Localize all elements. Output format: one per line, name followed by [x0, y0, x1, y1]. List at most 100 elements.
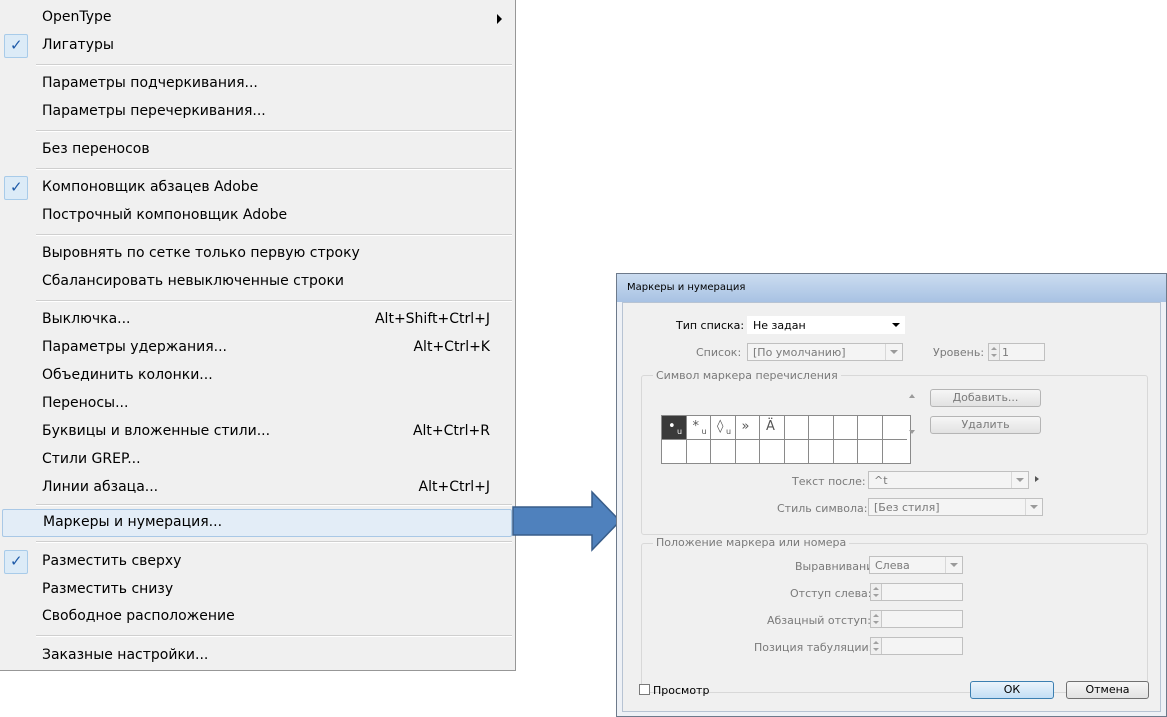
bullet-cell-empty[interactable]	[809, 439, 834, 463]
bullet-cell-empty[interactable]	[760, 439, 785, 463]
bullet-cell-empty[interactable]	[662, 439, 687, 463]
menu-item-justification[interactable]: Выключка... Alt+Shift+Ctrl+J	[0, 306, 514, 334]
bullet-cell-empty[interactable]	[834, 439, 858, 463]
text-after-value: ^t	[874, 474, 888, 487]
menu-item-label: Сбалансировать невыключенные строки	[42, 273, 345, 289]
bullet-cell-empty[interactable]	[858, 439, 883, 463]
bullet-cell-selected[interactable]: • u	[662, 416, 687, 440]
menu-item-label: Построчный компоновщик Adobe	[42, 207, 288, 223]
menu-item-strikethrough-options[interactable]: Параметры перечеркивания...	[0, 98, 514, 126]
menu-item-shortcut: Alt+Ctrl+R	[412, 423, 490, 439]
bullet-cell[interactable]: »	[735, 416, 760, 440]
level-stepper[interactable]: 1	[988, 343, 1045, 361]
menu-item-bullets-numbering[interactable]: Маркеры и нумерация...	[2, 509, 512, 537]
menu-separator	[36, 168, 512, 170]
bullet-cell-empty[interactable]	[784, 416, 809, 440]
bullet-character-grid[interactable]: • u * u ◊ u » Ä	[661, 415, 911, 464]
bullet-cell-empty[interactable]	[687, 439, 711, 463]
bullet-cell-empty[interactable]	[736, 439, 760, 463]
left-indent-stepper[interactable]	[870, 583, 963, 601]
menu-item-ligatures[interactable]: ✓ Лигатуры	[0, 32, 514, 60]
menu-item-label: Параметры перечеркивания...	[42, 103, 266, 119]
char-style-value: [Без стиля]	[874, 501, 940, 514]
bullet-cell[interactable]: Ä	[760, 416, 785, 440]
list-type-select[interactable]: Не задан	[747, 316, 905, 334]
menu-item-label: Буквицы и вложенные стили...	[42, 423, 271, 439]
chevron-down-icon	[1011, 472, 1028, 488]
menu-separator	[36, 541, 512, 543]
bullet-cell-empty[interactable]	[711, 439, 736, 463]
left-indent-label: Отступ слева:	[790, 587, 872, 600]
chevron-down-icon	[1025, 499, 1042, 515]
menu-item-label: Параметры подчеркивания...	[42, 75, 258, 91]
list-select[interactable]: [По умолчанию]	[747, 343, 903, 361]
menu-item-balance-ragged-lines[interactable]: Сбалансировать невыключенные строки	[0, 268, 514, 296]
menu-item-align-first-line-grid[interactable]: Выровнять по сетке только первую строку	[0, 240, 514, 268]
menu-item-label: Линии абзаца...	[42, 479, 159, 495]
scroll-down-icon[interactable]	[909, 430, 915, 434]
menu-item-keep-options[interactable]: Параметры удержания... Alt+Ctrl+K	[0, 334, 514, 362]
text-after-field[interactable]: ^t	[868, 471, 1029, 489]
text-after-label: Текст после:	[792, 475, 866, 488]
menu-item-place-top[interactable]: ✓ Разместить сверху	[0, 548, 514, 576]
alignment-select[interactable]: Слева	[869, 556, 963, 574]
menu-item-paragraph-composer[interactable]: ✓ Компоновщик абзацев Adobe	[0, 174, 514, 202]
menu-separator	[36, 234, 512, 236]
menu-item-hyphenation[interactable]: Переносы...	[0, 390, 514, 418]
paragraph-context-menu: OpenType ✓ Лигатуры Параметры подчеркива…	[0, 0, 516, 671]
menu-item-span-columns[interactable]: Объединить колонки...	[0, 362, 514, 390]
menu-item-label: Лигатуры	[42, 37, 114, 53]
stepper-arrows-icon	[871, 611, 882, 627]
menu-item-paragraph-rules[interactable]: Линии абзаца... Alt+Ctrl+J	[0, 474, 514, 502]
tab-position-label: Позиция табуляции:	[754, 641, 873, 654]
menu-item-underline-options[interactable]: Параметры подчеркивания...	[0, 70, 514, 98]
preview-checkbox[interactable]	[639, 684, 650, 695]
menu-item-shortcut: Alt+Shift+Ctrl+J	[374, 311, 490, 327]
menu-item-no-break[interactable]: Без переносов	[0, 136, 514, 164]
submenu-arrow-icon	[497, 14, 502, 24]
bullet-cell[interactable]: * u	[686, 416, 711, 440]
first-line-indent-label: Абзацный отступ:	[767, 614, 871, 627]
menu-separator	[36, 64, 512, 66]
dialog-body: Тип списка: Не задан Список: [По умолчан…	[622, 302, 1161, 712]
bullet-cell-empty[interactable]	[882, 416, 907, 440]
bullet-cell-empty[interactable]	[883, 440, 908, 464]
delete-bullet-button[interactable]: Удалить	[930, 416, 1041, 434]
char-style-select[interactable]: [Без стиля]	[868, 498, 1043, 516]
pointer-arrow-icon	[512, 490, 622, 552]
position-group-label: Положение маркера или номера	[653, 536, 850, 549]
dialog-titlebar[interactable]: Маркеры и нумерация	[617, 274, 1166, 302]
bullet-cell[interactable]: ◊ u	[711, 416, 736, 440]
menu-item-shortcut: Alt+Ctrl+K	[413, 339, 490, 355]
add-bullet-button[interactable]: Добавить...	[930, 389, 1041, 407]
menu-item-label: Свободное расположение	[42, 608, 235, 624]
menu-item-place-bottom[interactable]: Разместить снизу	[0, 576, 514, 604]
tab-position-stepper[interactable]	[870, 637, 963, 655]
bullet-cell-empty[interactable]	[809, 416, 834, 440]
menu-item-custom-settings[interactable]: Заказные настройки...	[0, 642, 514, 670]
list-type-value: Не задан	[753, 319, 806, 332]
menu-item-label: Маркеры и нумерация...	[43, 514, 223, 530]
menu-item-free-placement[interactable]: Свободное расположение	[0, 603, 514, 631]
menu-item-drop-caps[interactable]: Буквицы и вложенные стили... Alt+Ctrl+R	[0, 418, 514, 446]
stepper-arrows-icon	[989, 344, 1000, 360]
menu-item-single-line-composer[interactable]: Построчный компоновщик Adobe	[0, 202, 514, 230]
list-type-label: Тип списка:	[676, 319, 745, 332]
menu-separator	[36, 504, 512, 506]
ok-button[interactable]: ОК	[970, 681, 1054, 699]
menu-item-grep-styles[interactable]: Стили GREP...	[0, 446, 514, 474]
first-line-indent-stepper[interactable]	[870, 610, 963, 628]
menu-item-label: Выключка...	[42, 311, 131, 327]
scroll-up-icon[interactable]	[909, 394, 915, 398]
bullet-cell-empty[interactable]	[833, 416, 858, 440]
menu-item-label: Разместить снизу	[42, 581, 174, 597]
checkmark-icon: ✓	[4, 550, 28, 574]
bullet-cell-empty[interactable]	[858, 416, 883, 440]
menu-separator	[36, 300, 512, 302]
menu-item-opentype[interactable]: OpenType	[0, 4, 514, 32]
cancel-button[interactable]: Отмена	[1066, 681, 1149, 699]
bullet-cell-empty[interactable]	[785, 439, 809, 463]
preview-label[interactable]: Просмотр	[653, 684, 709, 697]
list-label: Список:	[696, 346, 742, 359]
insert-special-char-icon[interactable]	[1035, 476, 1039, 482]
